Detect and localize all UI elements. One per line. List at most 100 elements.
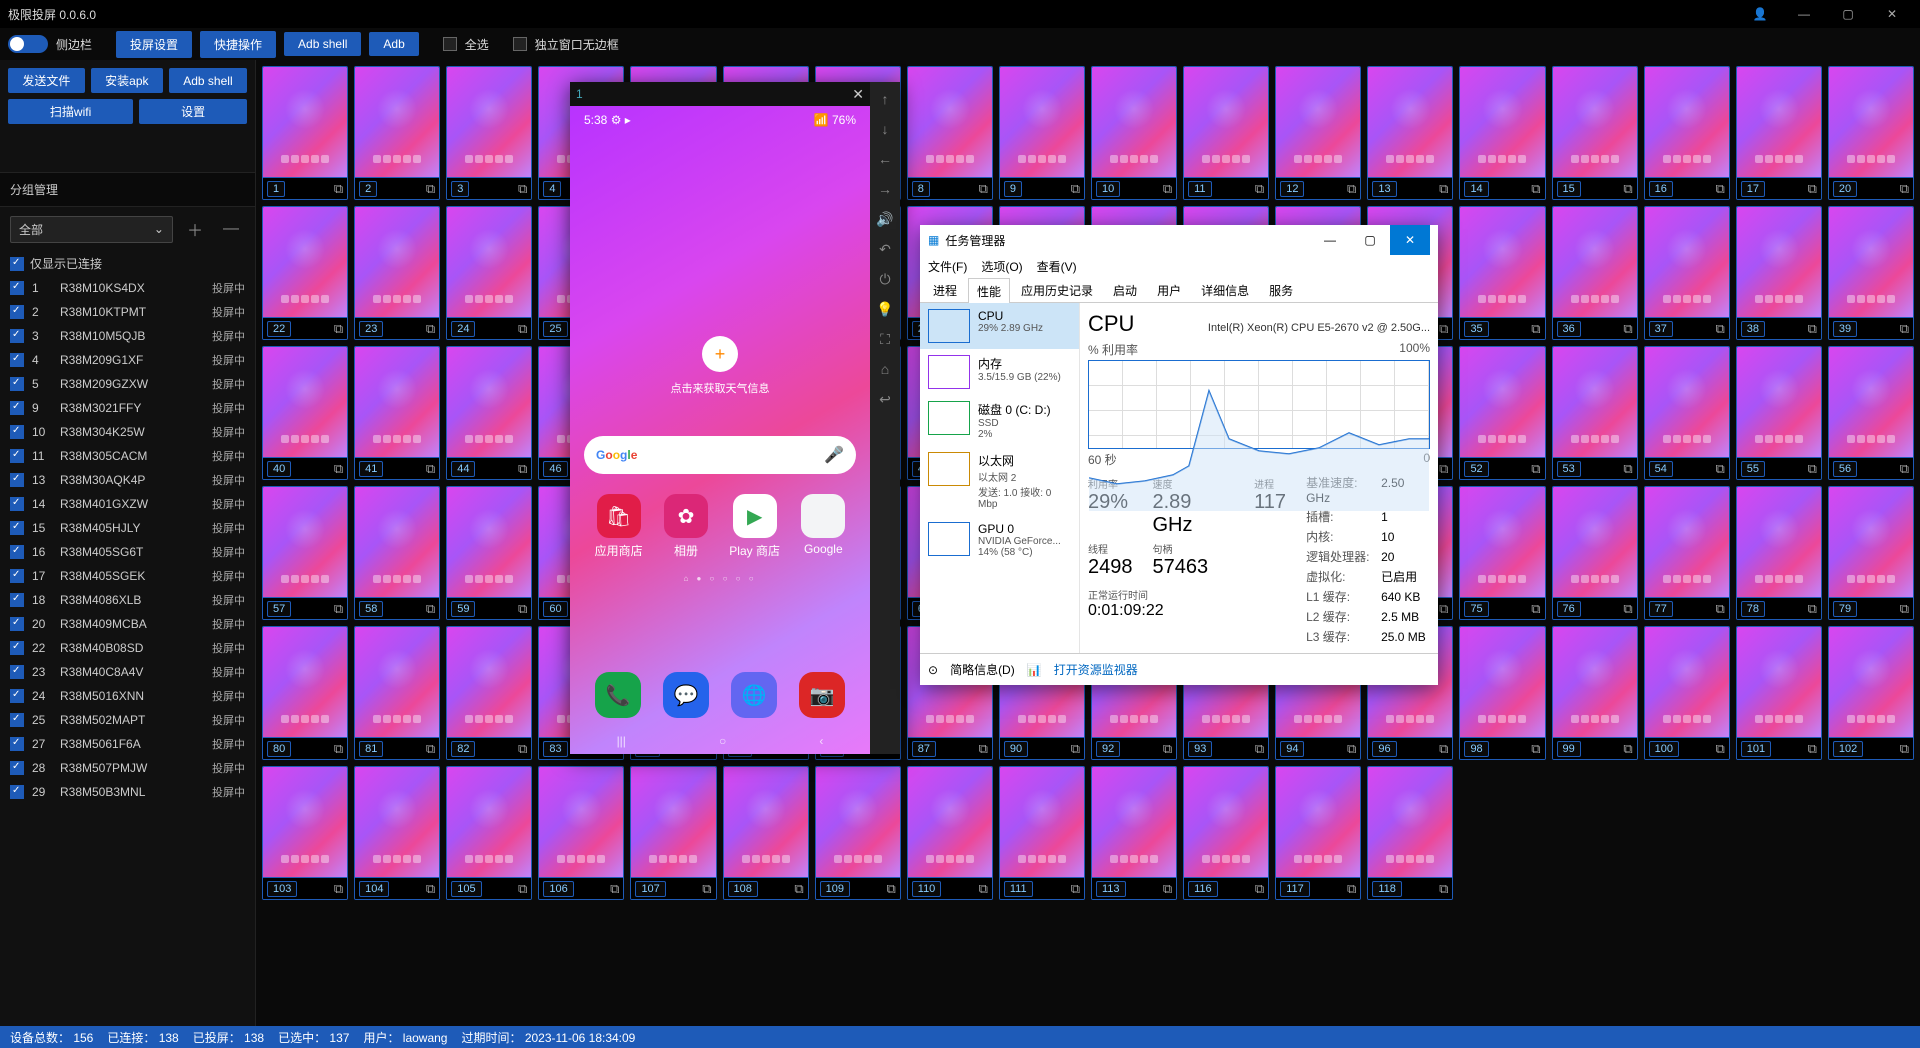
device-card[interactable]: 13⧉ (1367, 66, 1453, 200)
device-card[interactable]: 113⧉ (1091, 766, 1177, 900)
popout-icon[interactable]: ⧉ (1163, 181, 1172, 197)
home-icon[interactable]: ⌂ (874, 358, 896, 380)
device-card[interactable]: 99⧉ (1552, 626, 1638, 760)
popout-icon[interactable]: ⧉ (979, 181, 988, 197)
device-card[interactable]: 52⧉ (1459, 346, 1545, 480)
popout-icon[interactable]: ⧉ (702, 881, 711, 897)
device-row[interactable]: 18R38M4086XLB投屏中 (0, 588, 255, 612)
popout-icon[interactable]: ⧉ (1715, 741, 1724, 757)
popout-icon[interactable]: ⧉ (1163, 741, 1172, 757)
device-row[interactable]: 25R38M502MAPT投屏中 (0, 708, 255, 732)
popout-icon[interactable]: ⧉ (1531, 461, 1540, 477)
arrow-up-icon[interactable]: ↑ (874, 88, 896, 110)
device-card[interactable]: 41⧉ (354, 346, 440, 480)
menu-view[interactable]: 查看(V) (1037, 258, 1077, 275)
device-row[interactable]: 27R38M5061F6A投屏中 (0, 732, 255, 756)
arrow-left-icon[interactable]: ← (874, 148, 896, 170)
device-row[interactable]: 22R38M40B08SD投屏中 (0, 636, 255, 660)
popout-icon[interactable]: ⧉ (1071, 181, 1080, 197)
device-checkbox[interactable] (10, 281, 24, 295)
device-checkbox[interactable] (10, 593, 24, 607)
popout-icon[interactable]: ⧉ (1439, 321, 1448, 337)
device-card[interactable]: 107⧉ (630, 766, 716, 900)
popout-icon[interactable]: ⧉ (334, 601, 343, 617)
device-card[interactable]: 109⧉ (815, 766, 901, 900)
device-card[interactable]: 100⧉ (1644, 626, 1730, 760)
open-resmon-link[interactable]: 打开资源监视器 (1054, 661, 1138, 678)
popout-icon[interactable]: ⧉ (1623, 601, 1632, 617)
resource-item-eth[interactable]: 以太网以太网 2发送: 1.0 接收: 0 Mbp (920, 446, 1079, 516)
device-card[interactable]: 37⧉ (1644, 206, 1730, 340)
popout-icon[interactable]: ⧉ (1347, 181, 1356, 197)
select-all-checkbox[interactable] (443, 37, 457, 51)
device-card[interactable]: 24⧉ (446, 206, 532, 340)
adb-shell-sidebar-button[interactable]: Adb shell (169, 68, 247, 93)
device-row[interactable]: 16R38M405SG6T投屏中 (0, 540, 255, 564)
phone-window-titlebar[interactable]: 1 ✕ (570, 82, 870, 106)
group-select[interactable]: 全部 ⌄ (10, 216, 173, 243)
popout-icon[interactable]: ⧉ (1439, 181, 1448, 197)
weather-add-icon[interactable]: + (702, 336, 738, 372)
popout-icon[interactable]: ⧉ (1808, 181, 1817, 197)
device-card[interactable]: 117⧉ (1275, 766, 1361, 900)
menu-options[interactable]: 选项(O) (981, 258, 1022, 275)
sidebar-toggle[interactable] (8, 35, 48, 53)
device-checkbox[interactable] (10, 569, 24, 583)
popout-icon[interactable]: ⧉ (518, 461, 527, 477)
nav-home[interactable]: ○ (719, 734, 726, 748)
device-row[interactable]: 9R38M3021FFY投屏中 (0, 396, 255, 420)
popout-icon[interactable]: ⧉ (426, 461, 435, 477)
device-checkbox[interactable] (10, 329, 24, 343)
device-card[interactable]: 38⧉ (1736, 206, 1822, 340)
device-card[interactable]: 78⧉ (1736, 486, 1822, 620)
device-card[interactable]: 59⧉ (446, 486, 532, 620)
device-checkbox[interactable] (10, 713, 24, 727)
device-card[interactable]: 80⧉ (262, 626, 348, 760)
taskmgr-tab[interactable]: 详细信息 (1192, 277, 1258, 302)
device-checkbox[interactable] (10, 521, 24, 535)
device-card[interactable]: 39⧉ (1828, 206, 1914, 340)
taskmgr-resource-list[interactable]: CPU29% 2.89 GHz内存3.5/15.9 GB (22%)磁盘 0 (… (920, 303, 1080, 653)
popout-icon[interactable]: ⧉ (1623, 321, 1632, 337)
device-row[interactable]: 2R38M10KTPMT投屏中 (0, 300, 255, 324)
resource-item-mem[interactable]: 内存3.5/15.9 GB (22%) (920, 349, 1079, 395)
popout-icon[interactable]: ⧉ (1439, 741, 1448, 757)
nav-back[interactable]: ‹ (819, 734, 823, 748)
device-checkbox[interactable] (10, 761, 24, 775)
popout-icon[interactable]: ⧉ (979, 881, 988, 897)
phone-screen[interactable]: 5:38 ⚙ ▸ 📶 76% + 点击来获取天气信息 Google 🎤 🛍应用商… (570, 106, 870, 754)
popout-icon[interactable]: ⧉ (1715, 461, 1724, 477)
taskmgr-close[interactable]: ✕ (1390, 225, 1430, 255)
dock-browser-icon[interactable]: 🌐 (731, 672, 777, 718)
device-checkbox[interactable] (10, 377, 24, 391)
popout-icon[interactable]: ⧉ (426, 741, 435, 757)
popout-icon[interactable]: ⧉ (794, 881, 803, 897)
menu-file[interactable]: 文件(F) (928, 258, 967, 275)
device-row[interactable]: 11R38M305CACM投屏中 (0, 444, 255, 468)
install-apk-button[interactable]: 安装apk (91, 68, 163, 93)
device-card[interactable]: 53⧉ (1552, 346, 1638, 480)
device-card[interactable]: 76⧉ (1552, 486, 1638, 620)
task-manager-window[interactable]: ▦ 任务管理器 — ▢ ✕ 文件(F) 选项(O) 查看(V) 进程性能应用历史… (920, 225, 1438, 685)
device-checkbox[interactable] (10, 665, 24, 679)
popout-icon[interactable]: ⧉ (1531, 321, 1540, 337)
device-card[interactable]: 104⧉ (354, 766, 440, 900)
device-card[interactable]: 22⧉ (262, 206, 348, 340)
device-card[interactable]: 81⧉ (354, 626, 440, 760)
popout-icon[interactable]: ⧉ (886, 881, 895, 897)
popout-icon[interactable]: ⧉ (1900, 321, 1909, 337)
return-icon[interactable]: ↩ (874, 388, 896, 410)
popout-icon[interactable]: ⧉ (1808, 321, 1817, 337)
remove-group-button[interactable]: — (217, 218, 245, 240)
adb-button[interactable]: Adb (369, 32, 418, 56)
add-group-button[interactable]: ＋ (181, 215, 209, 243)
popout-icon[interactable]: ⧉ (426, 181, 435, 197)
device-row[interactable]: 24R38M5016XNN投屏中 (0, 684, 255, 708)
popout-icon[interactable]: ⧉ (1900, 461, 1909, 477)
google-search-bar[interactable]: Google 🎤 (584, 436, 856, 474)
device-card[interactable]: 8⧉ (907, 66, 993, 200)
device-card[interactable]: 11⧉ (1183, 66, 1269, 200)
taskmgr-tab[interactable]: 服务 (1260, 277, 1302, 302)
popout-icon[interactable]: ⧉ (1900, 601, 1909, 617)
popout-icon[interactable]: ⧉ (1623, 461, 1632, 477)
